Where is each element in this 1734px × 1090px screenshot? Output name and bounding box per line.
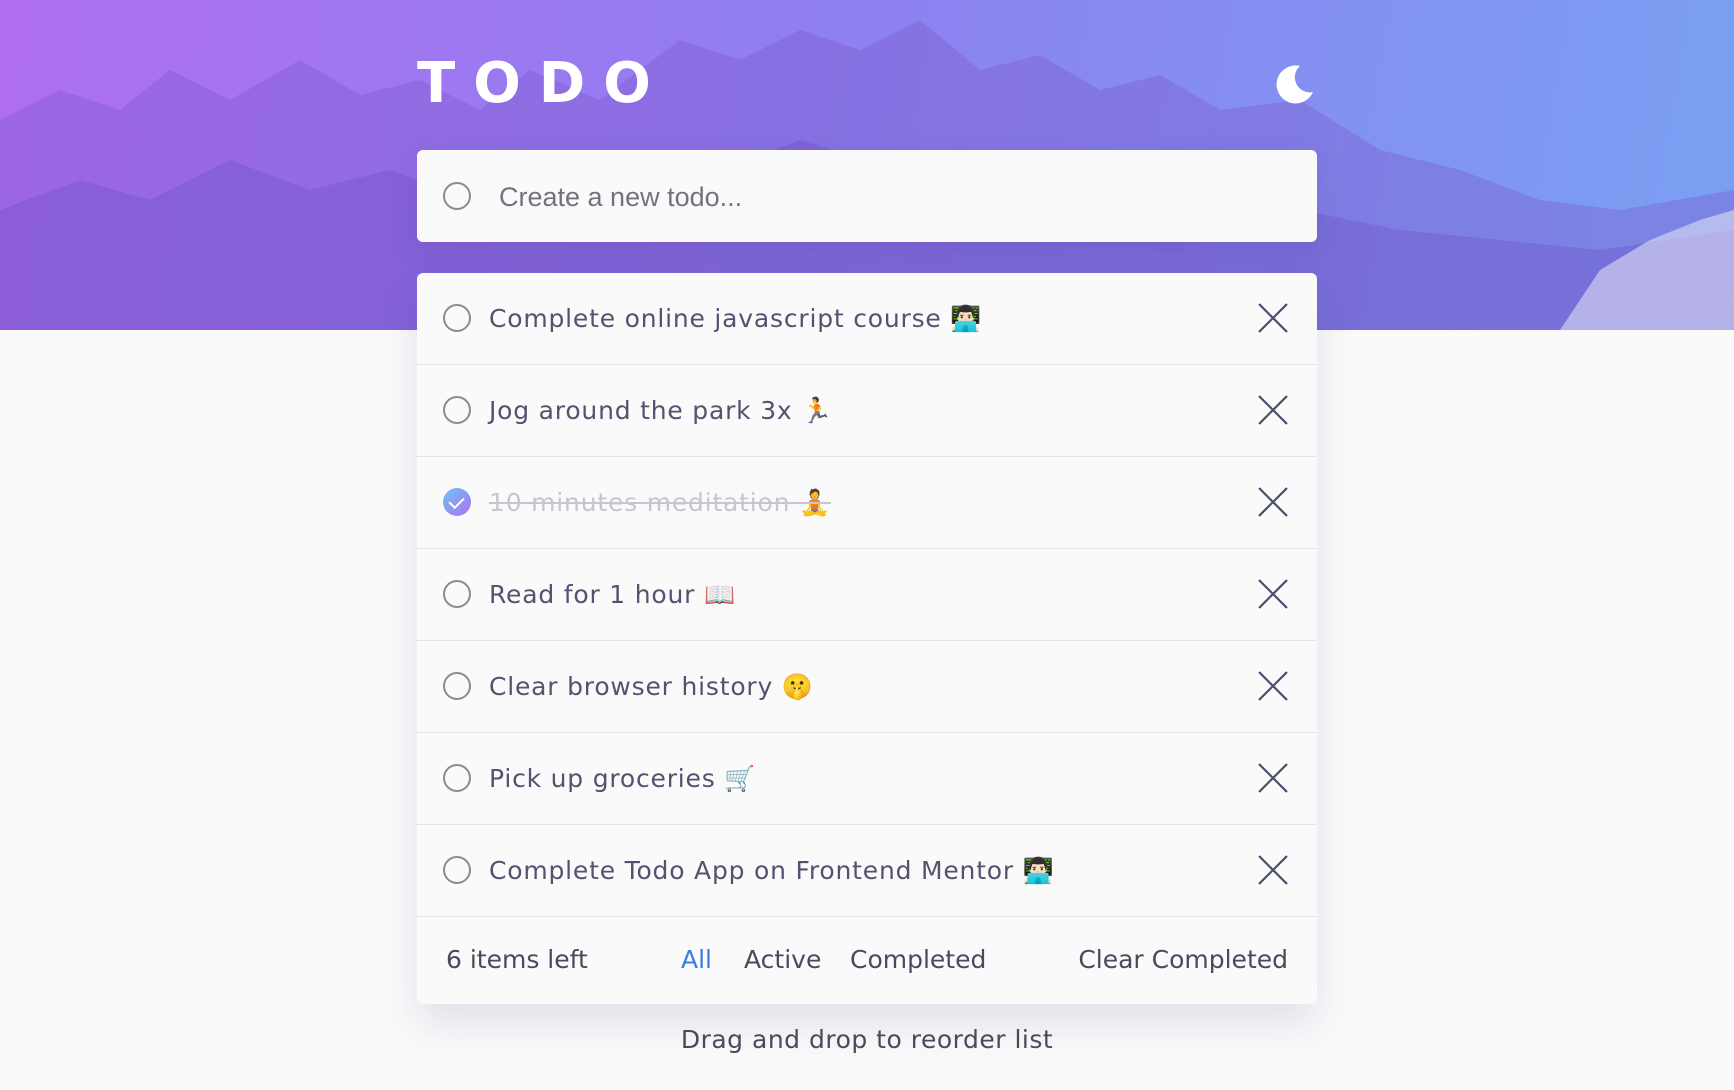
moon-icon[interactable] — [1273, 62, 1317, 106]
delete-icon[interactable] — [1257, 394, 1289, 426]
todo-item[interactable]: Complete online javascript course 👨🏻‍💻 — [417, 273, 1317, 365]
app-title: TODO — [417, 51, 669, 116]
todo-item[interactable]: Read for 1 hour 📖 — [417, 549, 1317, 641]
todo-checkbox[interactable] — [443, 304, 471, 332]
todo-checkbox[interactable] — [443, 764, 471, 792]
todo-checkbox-checked[interactable] — [443, 488, 471, 516]
delete-icon[interactable] — [1257, 762, 1289, 794]
todo-checkbox[interactable] — [443, 580, 471, 608]
drag-drop-hint: Drag and drop to reorder list — [680, 1025, 1054, 1054]
todo-checkbox[interactable] — [443, 396, 471, 424]
todo-item[interactable]: Clear browser history 🤫 — [417, 641, 1317, 733]
new-todo-circle-icon — [443, 182, 471, 210]
todo-text: 10 minutes meditation 🧘 — [489, 488, 831, 517]
todo-text: Complete Todo App on Frontend Mentor 👨🏻‍… — [489, 856, 1055, 885]
delete-icon[interactable] — [1257, 854, 1289, 886]
delete-icon[interactable] — [1257, 578, 1289, 610]
todo-footer: 6 items left All Active Completed Clear … — [417, 917, 1317, 1004]
todo-list: Complete online javascript course 👨🏻‍💻 J… — [417, 273, 1317, 1004]
todo-text: Pick up groceries 🛒 — [489, 764, 757, 793]
todo-checkbox[interactable] — [443, 856, 471, 884]
todo-item[interactable]: Complete Todo App on Frontend Mentor 👨🏻‍… — [417, 825, 1317, 917]
delete-icon[interactable] — [1257, 302, 1289, 334]
todo-text: Clear browser history 🤫 — [489, 672, 814, 701]
new-todo-bar — [417, 150, 1317, 242]
todo-item[interactable]: Pick up groceries 🛒 — [417, 733, 1317, 825]
filter-active[interactable]: Active — [744, 917, 821, 1003]
delete-icon[interactable] — [1257, 486, 1289, 518]
filter-all[interactable]: All — [681, 917, 712, 1003]
items-left-count: 6 items left — [446, 945, 588, 974]
filter-completed[interactable]: Completed — [850, 917, 986, 1003]
delete-icon[interactable] — [1257, 670, 1289, 702]
new-todo-input[interactable] — [497, 170, 1281, 224]
todo-checkbox[interactable] — [443, 672, 471, 700]
todo-text: Complete online javascript course 👨🏻‍💻 — [489, 304, 983, 333]
clear-completed-button[interactable]: Clear Completed — [1078, 917, 1288, 1003]
todo-text: Read for 1 hour 📖 — [489, 580, 736, 609]
todo-text: Jog around the park 3x 🏃 — [489, 396, 834, 425]
app-header: TODO — [417, 50, 1317, 120]
todo-item[interactable]: 10 minutes meditation 🧘 — [417, 457, 1317, 549]
todo-item[interactable]: Jog around the park 3x 🏃 — [417, 365, 1317, 457]
